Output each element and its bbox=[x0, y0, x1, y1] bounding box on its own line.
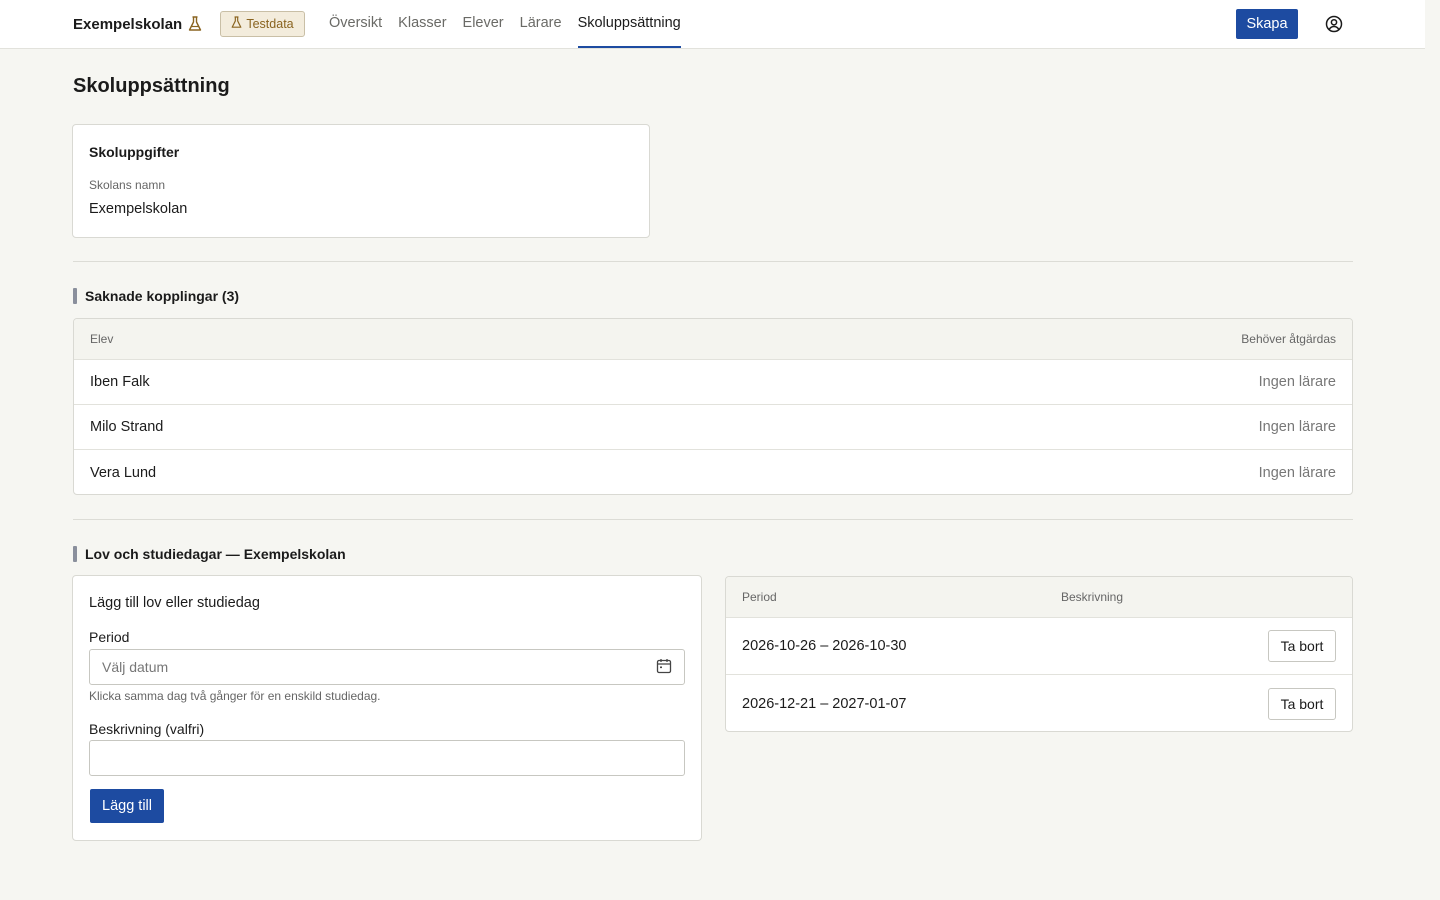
student-name: Iben Falk bbox=[90, 374, 150, 390]
period-hint: Klicka samma dag två gånger för en enski… bbox=[89, 689, 381, 703]
flask-icon bbox=[188, 16, 202, 32]
table-row: 2026-10-26 – 2026-10-30 Ta bort bbox=[726, 618, 1352, 675]
calendar-icon[interactable] bbox=[656, 658, 672, 674]
badge-label: Testdata bbox=[246, 17, 294, 31]
student-name: Vera Lund bbox=[90, 464, 157, 481]
column-header-description: Beskrivning bbox=[1061, 590, 1124, 604]
period-label: Period bbox=[89, 629, 130, 645]
remove-button[interactable]: Ta bort bbox=[1268, 687, 1336, 720]
divider bbox=[73, 519, 1353, 520]
missing-connections-heading: Saknade kopplingar (3) bbox=[73, 288, 239, 304]
nav-item-larare[interactable]: Lärare bbox=[520, 0, 562, 48]
page-title: Skoluppsättning bbox=[73, 75, 230, 97]
table-row[interactable]: Milo Strand Ingen lärare bbox=[74, 405, 1352, 450]
holidays-heading: Lov och studiedagar — Exempelskolan bbox=[73, 546, 346, 562]
add-button[interactable]: Lägg till bbox=[90, 789, 164, 823]
card-title: Skoluppgifter bbox=[89, 144, 180, 160]
brand-name: Exempelskolan bbox=[73, 15, 183, 33]
top-bar: Exempelskolan Testdata Översikt Klasser … bbox=[0, 0, 1425, 49]
table-row[interactable]: Iben Falk Ingen lärare bbox=[74, 360, 1352, 405]
create-button[interactable]: Skapa bbox=[1236, 9, 1298, 39]
form-title: Lägg till lov eller studiedag bbox=[89, 595, 260, 611]
section-title: Lov och studiedagar — Exempelskolan bbox=[85, 546, 346, 562]
period-value: 2026-10-26 – 2026-10-30 bbox=[742, 638, 907, 654]
holidays-table: Period Beskrivning 2026-10-26 – 2026-10-… bbox=[725, 576, 1353, 732]
add-holiday-form: Lägg till lov eller studiedag Period Kli… bbox=[72, 575, 702, 841]
table-row: 2026-12-21 – 2027-01-07 Ta bort bbox=[726, 675, 1352, 731]
school-name-value: Exempelskolan bbox=[89, 201, 188, 217]
table-header: Period Beskrivning bbox=[726, 577, 1352, 618]
nav-item-klasser[interactable]: Klasser bbox=[398, 0, 446, 48]
description-label: Beskrivning (valfri) bbox=[89, 721, 205, 737]
brand[interactable]: Exempelskolan bbox=[73, 14, 202, 34]
nav-item-skoluppsattning[interactable]: Skoluppsättning bbox=[577, 0, 681, 48]
issue-text: Ingen lärare bbox=[1258, 419, 1336, 435]
issue-text: Ingen lärare bbox=[1258, 374, 1336, 390]
nav-item-elever[interactable]: Elever bbox=[463, 0, 504, 48]
missing-connections-table: Elev Behöver åtgärdas Iben Falk Ingen lä… bbox=[73, 318, 1353, 495]
school-name-label: Skolans namn bbox=[89, 178, 166, 192]
issue-text: Ingen lärare bbox=[1258, 464, 1336, 481]
user-account-icon[interactable] bbox=[1325, 15, 1343, 33]
student-name: Milo Strand bbox=[90, 419, 164, 435]
test-data-badge: Testdata bbox=[220, 11, 305, 37]
section-title: Saknade kopplingar (3) bbox=[85, 288, 240, 304]
column-header-student: Elev bbox=[90, 332, 114, 346]
table-row[interactable]: Vera Lund Ingen lärare bbox=[74, 450, 1352, 494]
main-nav: Översikt Klasser Elever Lärare Skoluppsä… bbox=[329, 0, 697, 48]
school-info-card: Skoluppgifter Skolans namn Exempelskolan bbox=[72, 124, 650, 238]
remove-button[interactable]: Ta bort bbox=[1268, 630, 1336, 662]
column-header-action: Behöver åtgärdas bbox=[1241, 332, 1336, 346]
nav-item-oversikt[interactable]: Översikt bbox=[329, 0, 382, 48]
divider bbox=[73, 261, 1353, 262]
table-header: Elev Behöver åtgärdas bbox=[74, 319, 1352, 360]
description-input[interactable] bbox=[89, 740, 685, 776]
section-marker bbox=[73, 546, 77, 562]
section-marker bbox=[73, 288, 77, 304]
period-date-input[interactable] bbox=[89, 649, 685, 685]
flask-icon bbox=[231, 16, 242, 32]
column-header-period: Period bbox=[742, 590, 777, 604]
period-value: 2026-12-21 – 2027-01-07 bbox=[742, 695, 907, 712]
